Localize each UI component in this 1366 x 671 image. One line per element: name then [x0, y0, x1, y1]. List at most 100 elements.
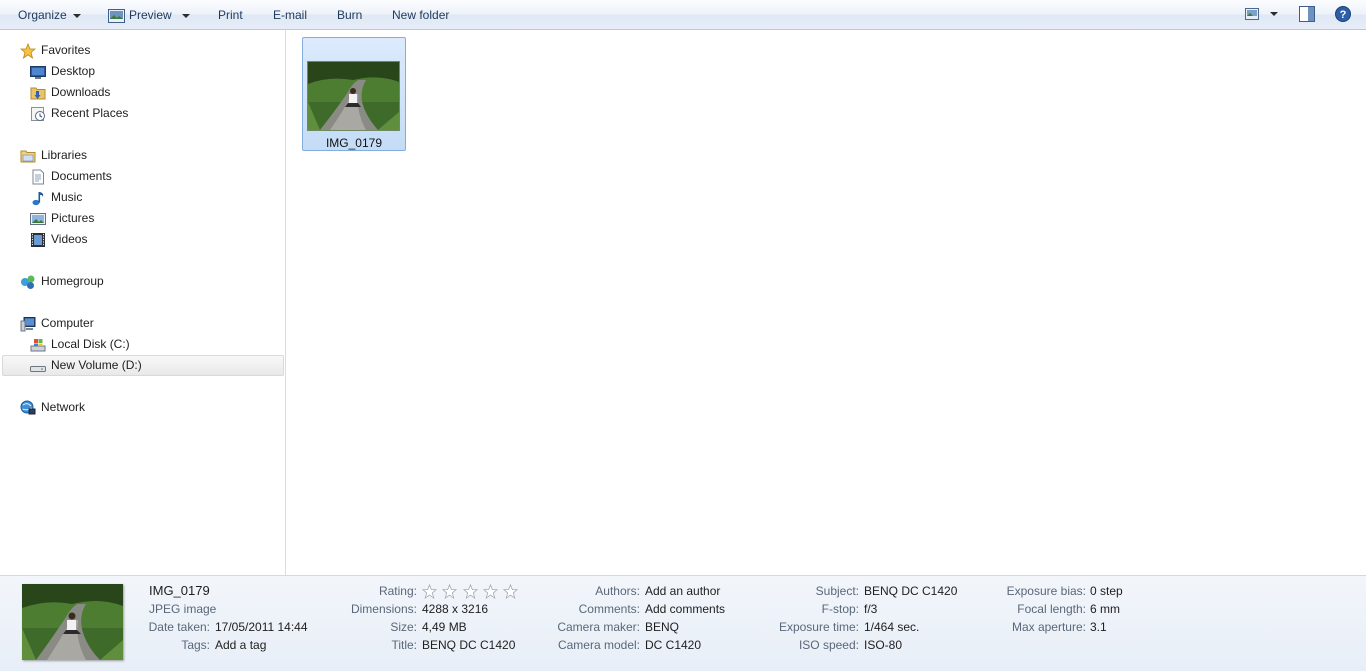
navigation-pane: Favorites Desktop Downloads Recent Place… [0, 30, 286, 575]
comments-label: Comments: [578, 602, 640, 616]
subject-label: Subject: [815, 584, 859, 598]
nav-recent-places[interactable]: Recent Places [0, 103, 286, 124]
nav-local-disk-label: Local Disk (C:) [51, 337, 130, 351]
music-note-icon [32, 192, 44, 206]
nav-local-disk[interactable]: Local Disk (C:) [0, 334, 286, 355]
file-list-pane[interactable]: IMG_0179 [287, 30, 1366, 575]
exposure-time-label: Exposure time: [778, 620, 859, 634]
star-empty-icon[interactable] [503, 584, 519, 600]
network-icon [20, 400, 36, 415]
preview-pane-button[interactable] [1299, 6, 1315, 25]
details-thumbnail [22, 584, 123, 660]
nav-favorites[interactable]: Favorites [0, 40, 286, 61]
star-icon [20, 43, 36, 59]
camera-maker-value[interactable]: BENQ [645, 618, 679, 636]
nav-computer-label: Computer [41, 316, 94, 330]
iso-speed-label: ISO speed: [798, 638, 859, 652]
local-disk-icon [30, 339, 46, 352]
max-aperture-value[interactable]: 3.1 [1090, 618, 1107, 636]
fstop-value[interactable]: f/3 [864, 600, 877, 618]
star-empty-icon[interactable] [483, 584, 499, 600]
comments-value[interactable]: Add comments [645, 600, 725, 618]
tags-value[interactable]: Add a tag [215, 636, 266, 654]
nav-network-label: Network [41, 400, 86, 414]
exposure-time-value[interactable]: 1/464 sec. [864, 618, 919, 636]
nav-desktop[interactable]: Desktop [0, 61, 286, 82]
fstop-label: F-stop: [821, 602, 859, 616]
title-value[interactable]: BENQ DC C1420 [422, 636, 515, 654]
nav-network[interactable]: Network [0, 397, 286, 418]
help-icon: ? [1335, 6, 1351, 22]
dimensions-value: 4288 x 3216 [422, 602, 489, 616]
camera-model-value[interactable]: DC C1420 [645, 636, 701, 654]
details-file-name: IMG_0179 [149, 583, 210, 598]
subject-value[interactable]: BENQ DC C1420 [864, 582, 957, 600]
details-file-type: JPEG image [149, 602, 217, 616]
nav-pictures-label: Pictures [51, 211, 95, 225]
nav-desktop-label: Desktop [51, 64, 96, 78]
focal-length-value[interactable]: 6 mm [1090, 600, 1120, 618]
burn-button[interactable]: Burn [337, 7, 362, 23]
date-taken-value[interactable]: 17/05/2011 14:44 [215, 618, 308, 636]
organize-button[interactable]: Organize [18, 7, 81, 23]
camera-model-label: Camera model: [557, 638, 640, 652]
command-bar: Organize Preview Print E-mail Burn New f… [0, 0, 1366, 30]
size-label: Size: [390, 620, 417, 634]
nav-music[interactable]: Music [0, 187, 286, 208]
focal-length-label: Focal length: [1017, 602, 1086, 616]
nav-documents-label: Documents [51, 169, 112, 183]
details-pane: IMG_0179 JPEG image Date taken: 17/05/20… [0, 575, 1366, 671]
print-label: Print [218, 8, 243, 22]
star-empty-icon[interactable] [462, 584, 478, 600]
nav-new-volume[interactable]: New Volume (D:) [0, 355, 286, 376]
photo-preview-image [22, 584, 123, 660]
email-button[interactable]: E-mail [273, 7, 307, 23]
star-empty-icon[interactable] [442, 584, 458, 600]
email-label: E-mail [273, 8, 308, 22]
nav-libraries-label: Libraries [41, 148, 88, 162]
preview-button[interactable]: Preview [108, 7, 190, 23]
nav-videos[interactable]: Videos [0, 229, 286, 250]
chevron-down-icon [72, 13, 81, 18]
max-aperture-label: Max aperture: [1011, 620, 1086, 634]
documents-icon [32, 169, 44, 185]
print-button[interactable]: Print [218, 7, 243, 23]
dimensions-label: Dimensions: [350, 602, 417, 616]
file-name-label: IMG_0179 [325, 136, 383, 150]
nav-homegroup[interactable]: Homegroup [0, 271, 286, 292]
organize-label: Organize [18, 8, 67, 22]
star-empty-icon[interactable] [422, 584, 437, 600]
rating-stars[interactable] [422, 584, 520, 600]
pictures-icon [30, 213, 46, 225]
exposure-bias-value[interactable]: 0 step [1090, 582, 1123, 600]
date-taken-label: Date taken: [148, 620, 210, 634]
iso-speed-value[interactable]: ISO-80 [864, 636, 902, 654]
help-button[interactable]: ? [1335, 6, 1351, 25]
file-item-selected[interactable]: IMG_0179 [302, 37, 406, 151]
nav-computer[interactable]: Computer [0, 313, 286, 334]
nav-recent-places-label: Recent Places [51, 106, 129, 120]
videos-film-icon [31, 233, 45, 247]
nav-favorites-label: Favorites [41, 43, 91, 57]
nav-videos-label: Videos [51, 232, 88, 246]
tags-label: Tags: [181, 638, 210, 652]
new-folder-label: New folder [392, 8, 450, 22]
nav-downloads[interactable]: Downloads [0, 82, 286, 103]
nav-documents[interactable]: Documents [0, 166, 286, 187]
title-label: Title: [391, 638, 417, 652]
recent-places-icon [31, 107, 45, 121]
new-folder-button[interactable]: New folder [392, 7, 449, 23]
change-view-button[interactable] [1245, 6, 1279, 20]
svg-text:?: ? [1340, 9, 1347, 21]
chevron-down-icon [1270, 11, 1279, 16]
authors-value[interactable]: Add an author [645, 582, 720, 600]
nav-libraries[interactable]: Libraries [0, 145, 286, 166]
nav-homegroup-label: Homegroup [41, 274, 104, 288]
downloads-folder-icon [30, 87, 46, 100]
chevron-down-icon [181, 13, 190, 18]
nav-pictures[interactable]: Pictures [0, 208, 286, 229]
nav-downloads-label: Downloads [51, 85, 111, 99]
preview-icon [108, 8, 125, 23]
photo-thumbnail-image [308, 62, 399, 130]
file-thumbnail [308, 62, 399, 130]
